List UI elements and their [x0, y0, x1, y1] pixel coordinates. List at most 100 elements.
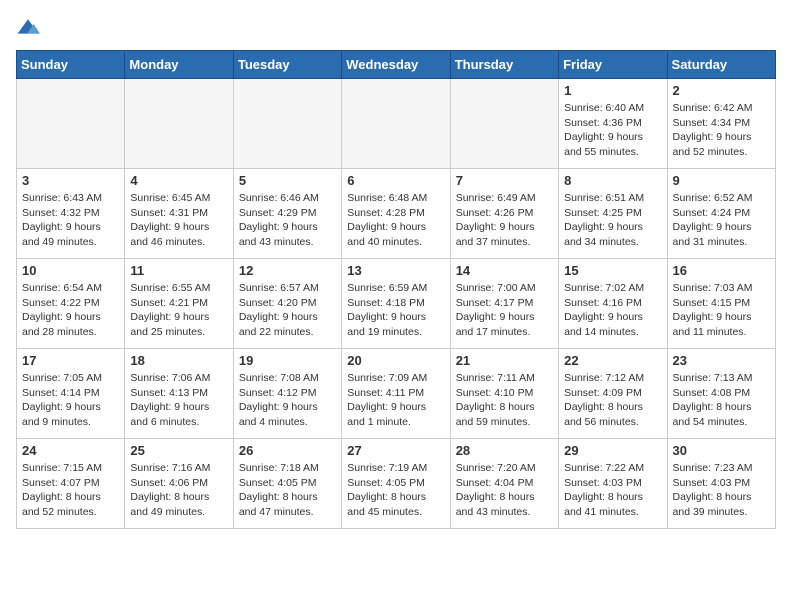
calendar-week-2: 10 Sunrise: 6:54 AM Sunset: 4:22 PM Dayli…	[17, 259, 776, 349]
day-info: Sunrise: 7:03 AM Sunset: 4:15 PM Dayligh…	[673, 281, 770, 340]
page-header	[16, 16, 776, 40]
calendar-cell: 16 Sunrise: 7:03 AM Sunset: 4:15 PM Dayli…	[667, 259, 775, 349]
day-number: 30	[673, 443, 770, 458]
calendar-cell: 24 Sunrise: 7:15 AM Sunset: 4:07 PM Dayli…	[17, 439, 125, 529]
calendar-week-1: 3 Sunrise: 6:43 AM Sunset: 4:32 PM Daylig…	[17, 169, 776, 259]
day-number: 10	[22, 263, 119, 278]
calendar-cell: 23 Sunrise: 7:13 AM Sunset: 4:08 PM Dayli…	[667, 349, 775, 439]
day-number: 9	[673, 173, 770, 188]
day-info: Sunrise: 6:55 AM Sunset: 4:21 PM Dayligh…	[130, 281, 227, 340]
calendar-cell	[342, 79, 450, 169]
calendar-cell: 9 Sunrise: 6:52 AM Sunset: 4:24 PM Daylig…	[667, 169, 775, 259]
day-info: Sunrise: 7:11 AM Sunset: 4:10 PM Dayligh…	[456, 371, 553, 430]
day-number: 27	[347, 443, 444, 458]
day-number: 21	[456, 353, 553, 368]
calendar-cell: 8Sunrise: 6:51 AM Sunset: 4:25 PM Daylig…	[559, 169, 667, 259]
day-info: Sunrise: 6:43 AM Sunset: 4:32 PM Dayligh…	[22, 191, 119, 250]
day-number: 18	[130, 353, 227, 368]
calendar-cell: 26 Sunrise: 7:18 AM Sunset: 4:05 PM Dayli…	[233, 439, 341, 529]
calendar-cell: 4 Sunrise: 6:45 AM Sunset: 4:31 PM Daylig…	[125, 169, 233, 259]
weekday-header-saturday: Saturday	[667, 51, 775, 79]
day-number: 22	[564, 353, 661, 368]
day-info: Sunrise: 7:20 AM Sunset: 4:04 PM Dayligh…	[456, 461, 553, 520]
day-info: Sunrise: 7:16 AM Sunset: 4:06 PM Dayligh…	[130, 461, 227, 520]
day-number: 16	[673, 263, 770, 278]
day-number: 17	[22, 353, 119, 368]
calendar-header: SundayMondayTuesdayWednesdayThursdayFrid…	[17, 51, 776, 79]
calendar-cell: 19 Sunrise: 7:08 AM Sunset: 4:12 PM Dayli…	[233, 349, 341, 439]
calendar-cell: 7 Sunrise: 6:49 AM Sunset: 4:26 PM Daylig…	[450, 169, 558, 259]
calendar-cell: 3 Sunrise: 6:43 AM Sunset: 4:32 PM Daylig…	[17, 169, 125, 259]
day-number: 3	[22, 173, 119, 188]
day-info: Sunrise: 7:08 AM Sunset: 4:12 PM Dayligh…	[239, 371, 336, 430]
day-number: 19	[239, 353, 336, 368]
day-number: 2	[673, 83, 770, 98]
weekday-header-tuesday: Tuesday	[233, 51, 341, 79]
logo-icon	[16, 16, 40, 40]
day-number: 7	[456, 173, 553, 188]
day-info: Sunrise: 7:18 AM Sunset: 4:05 PM Dayligh…	[239, 461, 336, 520]
calendar-cell: 28 Sunrise: 7:20 AM Sunset: 4:04 PM Dayli…	[450, 439, 558, 529]
calendar-cell: 20 Sunrise: 7:09 AM Sunset: 4:11 PM Dayli…	[342, 349, 450, 439]
calendar-cell	[125, 79, 233, 169]
calendar-cell: 14 Sunrise: 7:00 AM Sunset: 4:17 PM Dayli…	[450, 259, 558, 349]
day-info: Sunrise: 6:52 AM Sunset: 4:24 PM Dayligh…	[673, 191, 770, 250]
day-number: 26	[239, 443, 336, 458]
calendar-cell	[17, 79, 125, 169]
day-info: Sunrise: 7:15 AM Sunset: 4:07 PM Dayligh…	[22, 461, 119, 520]
day-info: Sunrise: 6:54 AM Sunset: 4:22 PM Dayligh…	[22, 281, 119, 340]
weekday-header-friday: Friday	[559, 51, 667, 79]
calendar-week-3: 17Sunrise: 7:05 AM Sunset: 4:14 PM Dayli…	[17, 349, 776, 439]
calendar-cell: 30Sunrise: 7:23 AM Sunset: 4:03 PM Dayli…	[667, 439, 775, 529]
day-info: Sunrise: 6:40 AM Sunset: 4:36 PM Dayligh…	[564, 101, 661, 160]
day-info: Sunrise: 6:45 AM Sunset: 4:31 PM Dayligh…	[130, 191, 227, 250]
logo	[16, 16, 44, 40]
day-number: 1	[564, 83, 661, 98]
weekday-header-thursday: Thursday	[450, 51, 558, 79]
day-info: Sunrise: 6:42 AM Sunset: 4:34 PM Dayligh…	[673, 101, 770, 160]
day-info: Sunrise: 6:46 AM Sunset: 4:29 PM Dayligh…	[239, 191, 336, 250]
day-info: Sunrise: 7:13 AM Sunset: 4:08 PM Dayligh…	[673, 371, 770, 430]
calendar-cell	[450, 79, 558, 169]
day-info: Sunrise: 7:09 AM Sunset: 4:11 PM Dayligh…	[347, 371, 444, 430]
day-number: 4	[130, 173, 227, 188]
calendar-cell: 5Sunrise: 6:46 AM Sunset: 4:29 PM Daylig…	[233, 169, 341, 259]
day-info: Sunrise: 6:59 AM Sunset: 4:18 PM Dayligh…	[347, 281, 444, 340]
day-info: Sunrise: 7:00 AM Sunset: 4:17 PM Dayligh…	[456, 281, 553, 340]
day-number: 24	[22, 443, 119, 458]
day-number: 23	[673, 353, 770, 368]
day-info: Sunrise: 7:02 AM Sunset: 4:16 PM Dayligh…	[564, 281, 661, 340]
calendar-cell: 12Sunrise: 6:57 AM Sunset: 4:20 PM Dayli…	[233, 259, 341, 349]
day-info: Sunrise: 6:48 AM Sunset: 4:28 PM Dayligh…	[347, 191, 444, 250]
day-info: Sunrise: 6:49 AM Sunset: 4:26 PM Dayligh…	[456, 191, 553, 250]
calendar-week-4: 24 Sunrise: 7:15 AM Sunset: 4:07 PM Dayli…	[17, 439, 776, 529]
day-number: 20	[347, 353, 444, 368]
day-number: 28	[456, 443, 553, 458]
calendar-cell: 6 Sunrise: 6:48 AM Sunset: 4:28 PM Daylig…	[342, 169, 450, 259]
day-number: 6	[347, 173, 444, 188]
day-info: Sunrise: 7:19 AM Sunset: 4:05 PM Dayligh…	[347, 461, 444, 520]
calendar-cell: 15Sunrise: 7:02 AM Sunset: 4:16 PM Dayli…	[559, 259, 667, 349]
day-number: 14	[456, 263, 553, 278]
day-number: 13	[347, 263, 444, 278]
calendar-week-0: 1 Sunrise: 6:40 AM Sunset: 4:36 PM Daylig…	[17, 79, 776, 169]
calendar-cell: 1 Sunrise: 6:40 AM Sunset: 4:36 PM Daylig…	[559, 79, 667, 169]
weekday-header-wednesday: Wednesday	[342, 51, 450, 79]
calendar-cell: 29Sunrise: 7:22 AM Sunset: 4:03 PM Dayli…	[559, 439, 667, 529]
calendar-table: SundayMondayTuesdayWednesdayThursdayFrid…	[16, 50, 776, 529]
calendar-cell: 18 Sunrise: 7:06 AM Sunset: 4:13 PM Dayli…	[125, 349, 233, 439]
calendar-cell: 25 Sunrise: 7:16 AM Sunset: 4:06 PM Dayli…	[125, 439, 233, 529]
calendar-cell: 10 Sunrise: 6:54 AM Sunset: 4:22 PM Dayli…	[17, 259, 125, 349]
calendar-cell: 27 Sunrise: 7:19 AM Sunset: 4:05 PM Dayli…	[342, 439, 450, 529]
weekday-header-row: SundayMondayTuesdayWednesdayThursdayFrid…	[17, 51, 776, 79]
day-info: Sunrise: 7:06 AM Sunset: 4:13 PM Dayligh…	[130, 371, 227, 430]
calendar-body: 1 Sunrise: 6:40 AM Sunset: 4:36 PM Daylig…	[17, 79, 776, 529]
day-number: 8	[564, 173, 661, 188]
day-number: 11	[130, 263, 227, 278]
day-number: 25	[130, 443, 227, 458]
day-number: 29	[564, 443, 661, 458]
calendar-cell: 11 Sunrise: 6:55 AM Sunset: 4:21 PM Dayli…	[125, 259, 233, 349]
day-number: 12	[239, 263, 336, 278]
calendar-cell	[233, 79, 341, 169]
calendar-cell: 22Sunrise: 7:12 AM Sunset: 4:09 PM Dayli…	[559, 349, 667, 439]
